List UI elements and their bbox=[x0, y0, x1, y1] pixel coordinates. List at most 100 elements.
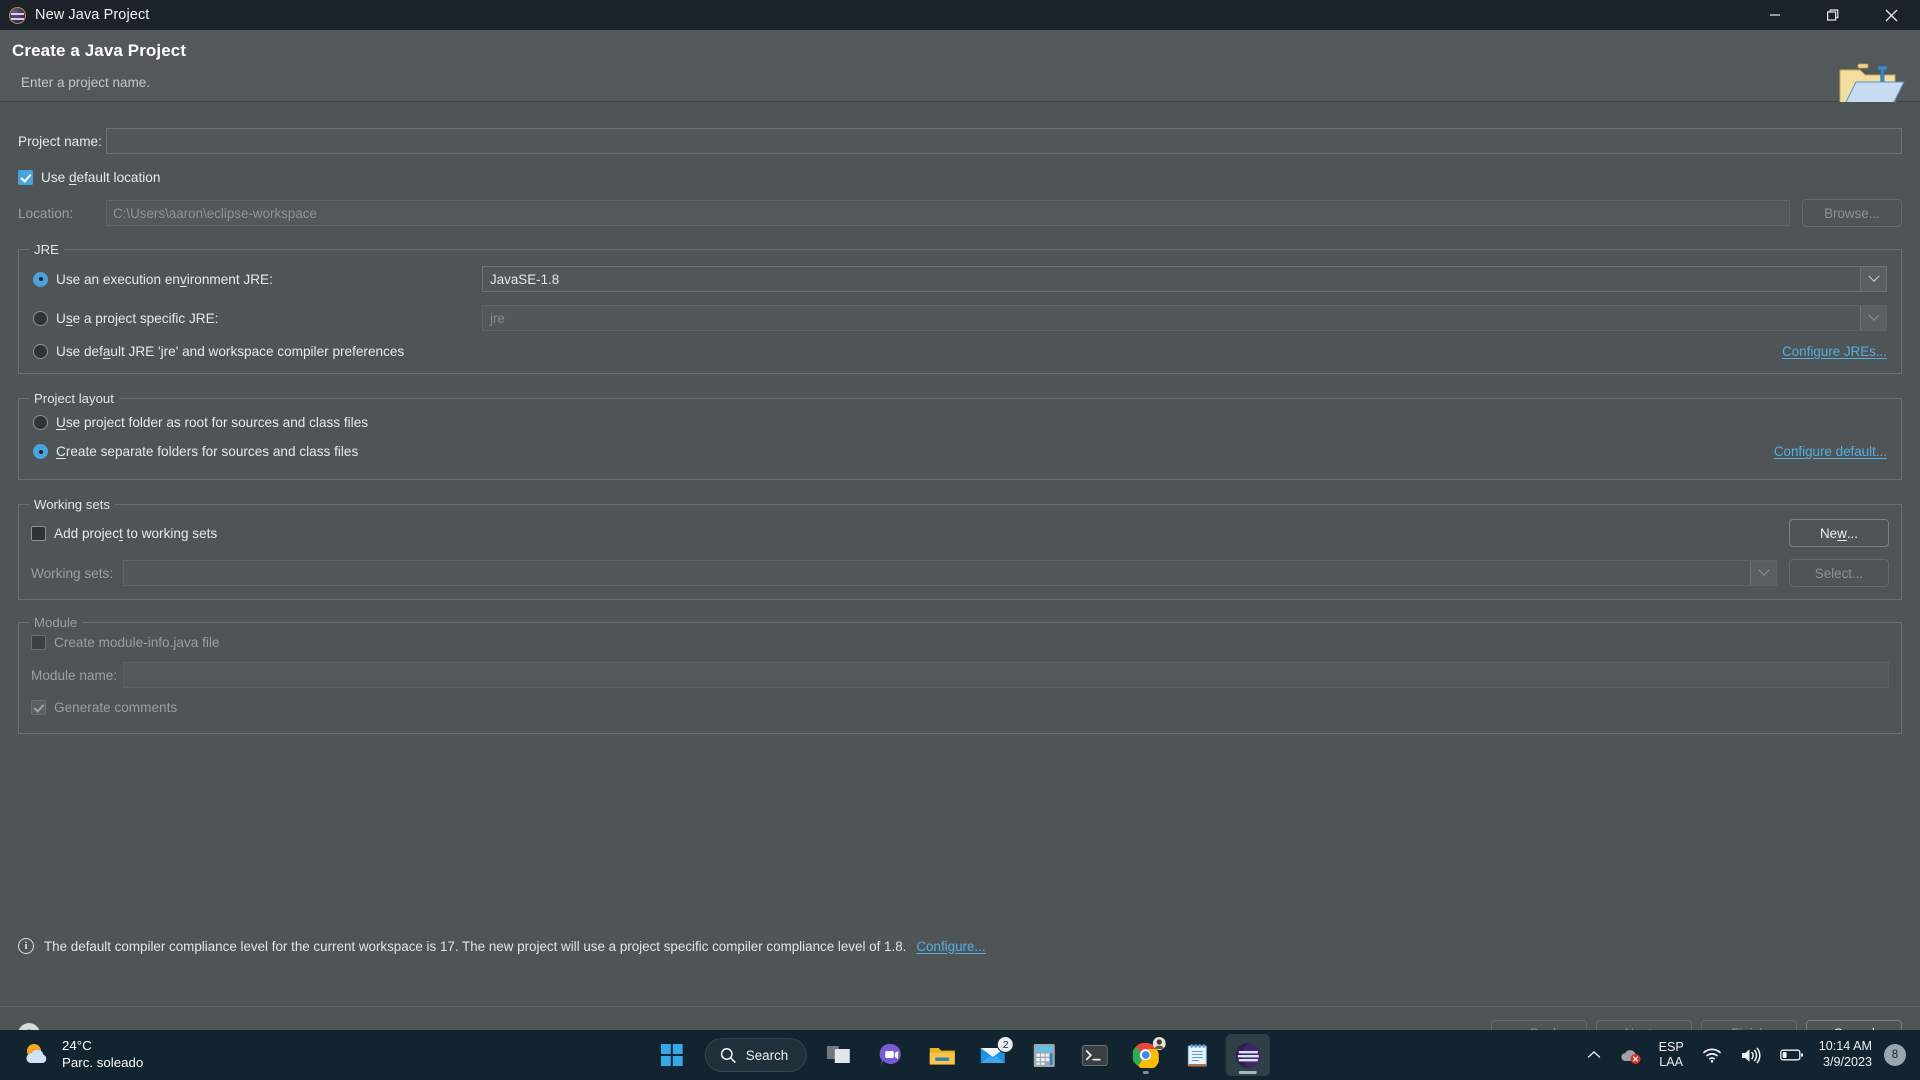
configure-jres-link[interactable]: Configure JREs... bbox=[1782, 344, 1887, 359]
jre-project-specific-value: jre bbox=[490, 310, 505, 326]
jre-execution-env-value: JavaSE-1.8 bbox=[490, 271, 560, 287]
use-default-location-label: Use default location bbox=[41, 170, 161, 185]
windows-logo-icon bbox=[660, 1044, 683, 1066]
jre-default-radio[interactable] bbox=[33, 344, 48, 359]
notification-badge[interactable]: 8 bbox=[1884, 1044, 1906, 1066]
create-module-info-label: Create module-info.java file bbox=[54, 635, 220, 650]
project-name-input[interactable] bbox=[106, 128, 1902, 154]
module-group: Module Create module-info.java file Modu… bbox=[18, 615, 1902, 734]
jre-group-title: JRE bbox=[29, 242, 64, 257]
onedrive-error-icon bbox=[1620, 1049, 1641, 1064]
add-project-working-sets-row[interactable]: Add project to working sets Ne w... bbox=[31, 519, 1889, 547]
battery-button[interactable] bbox=[1777, 1045, 1807, 1065]
layout-project-folder-row[interactable]: Use project folder as root for sources a… bbox=[33, 415, 1887, 430]
use-default-location-row[interactable]: Use default location bbox=[18, 170, 1902, 185]
search-label: Search bbox=[745, 1047, 789, 1063]
module-name-input[interactable] bbox=[123, 662, 1889, 688]
jre-project-specific-label: Use a project specific JRE: bbox=[56, 310, 219, 326]
weather-widget[interactable]: 24°C Parc. soleado bbox=[0, 1038, 143, 1071]
module-name-row: Module name: bbox=[31, 662, 1889, 688]
project-name-label: Project name: bbox=[18, 133, 102, 149]
weather-description: Parc. soleado bbox=[62, 1055, 144, 1070]
onedrive-status-button[interactable] bbox=[1616, 1044, 1644, 1067]
jre-project-specific-row[interactable]: Use a project specific JRE: jre bbox=[33, 305, 1887, 331]
chevron-down-icon[interactable] bbox=[1860, 306, 1886, 330]
taskbar-items: Search 2 bbox=[650, 1034, 1271, 1076]
sun-behind-cloud-icon bbox=[26, 1044, 47, 1063]
titlebar-left: New Java Project bbox=[0, 6, 149, 24]
start-button[interactable] bbox=[650, 1034, 694, 1076]
window-controls bbox=[1746, 0, 1920, 30]
close-button[interactable] bbox=[1862, 0, 1920, 30]
add-project-working-sets-label: Add project to working sets bbox=[54, 525, 218, 541]
search-box[interactable]: Search bbox=[704, 1038, 808, 1072]
jre-project-specific-radio[interactable] bbox=[33, 310, 48, 326]
language-indicator[interactable]: ESP LAA bbox=[1656, 1037, 1687, 1073]
eclipse-icon bbox=[1235, 1042, 1261, 1068]
volume-icon bbox=[1741, 1047, 1761, 1063]
minimize-button[interactable] bbox=[1746, 0, 1804, 30]
working-sets-combo[interactable] bbox=[123, 560, 1777, 586]
wifi-button[interactable] bbox=[1699, 1044, 1725, 1066]
use-default-location-checkbox[interactable] bbox=[18, 170, 33, 185]
location-row: Location: C:\Users\aaron\eclipse-workspa… bbox=[18, 199, 1902, 227]
notepad-button[interactable] bbox=[1175, 1034, 1219, 1076]
info-message: The default compiler compliance level fo… bbox=[44, 938, 907, 954]
clock-time: 10:14 AM bbox=[1818, 1039, 1872, 1054]
terminal-icon bbox=[1082, 1044, 1109, 1066]
volume-button[interactable] bbox=[1737, 1044, 1765, 1067]
eclipse-icon bbox=[9, 6, 26, 24]
chrome-button[interactable] bbox=[1124, 1034, 1168, 1076]
generate-comments-label: Generate comments bbox=[54, 700, 178, 715]
mail-button[interactable]: 2 bbox=[971, 1034, 1015, 1076]
generate-comments-row[interactable]: Generate comments bbox=[31, 700, 1889, 715]
terminal-button[interactable] bbox=[1073, 1034, 1117, 1076]
windows-taskbar: 24°C Parc. soleado Search 2 ESP LAA 10:1… bbox=[0, 1030, 1920, 1080]
module-group-inner: Create module-info.java file Module name… bbox=[19, 623, 1901, 733]
jre-execution-env-row[interactable]: Use an execution environment JRE: JavaSE… bbox=[33, 266, 1887, 292]
eclipse-button[interactable] bbox=[1226, 1034, 1271, 1076]
chevron-down-icon[interactable] bbox=[1750, 561, 1776, 585]
tray-overflow-button[interactable] bbox=[1584, 1047, 1604, 1063]
chrome-running-indicator bbox=[1143, 1071, 1150, 1074]
info-configure-link[interactable]: Configure... bbox=[916, 939, 985, 954]
jre-group-inner: Use an execution environment JRE: JavaSE… bbox=[19, 250, 1901, 373]
task-view-button[interactable] bbox=[818, 1034, 862, 1076]
restore-button[interactable] bbox=[1804, 0, 1862, 30]
chat-button[interactable] bbox=[869, 1034, 913, 1076]
location-input[interactable]: C:\Users\aaron\eclipse-workspace bbox=[106, 200, 1790, 226]
create-module-info-checkbox[interactable] bbox=[31, 635, 46, 650]
add-project-working-sets-checkbox[interactable] bbox=[31, 525, 46, 541]
clock[interactable]: 10:14 AM 3/9/2023 bbox=[1819, 1039, 1872, 1070]
create-module-info-row[interactable]: Create module-info.java file bbox=[31, 635, 1889, 650]
configure-default-link[interactable]: Configure default... bbox=[1774, 444, 1887, 459]
working-sets-label: Working sets: bbox=[31, 565, 114, 581]
generate-comments-checkbox[interactable] bbox=[31, 700, 46, 715]
wizard-body: Project name: Use default location Locat… bbox=[0, 102, 1920, 1006]
calculator-button[interactable] bbox=[1022, 1034, 1066, 1076]
working-sets-group-inner: Add project to working sets Ne w... Worki… bbox=[19, 505, 1901, 599]
search-icon bbox=[720, 1047, 736, 1063]
calculator-icon bbox=[1033, 1043, 1055, 1067]
jre-execution-env-radio[interactable] bbox=[33, 271, 48, 287]
layout-project-folder-label: Use project folder as root for sources a… bbox=[56, 415, 369, 430]
browse-button[interactable]: Browse... bbox=[1802, 199, 1902, 227]
chevron-down-icon[interactable] bbox=[1860, 267, 1886, 291]
new-working-set-button[interactable]: Ne w... bbox=[1789, 519, 1889, 547]
project-layout-group: Project layout Use project folder as roo… bbox=[18, 391, 1902, 480]
wifi-icon bbox=[1702, 1048, 1721, 1063]
jre-project-specific-combo[interactable]: jre bbox=[482, 305, 1887, 331]
notepad-icon bbox=[1187, 1043, 1207, 1066]
task-view-icon bbox=[827, 1046, 851, 1063]
layout-separate-folders-row[interactable]: Create separate folders for sources and … bbox=[33, 444, 1887, 459]
jre-default-row[interactable]: Use default JRE 'jre' and workspace comp… bbox=[33, 344, 1887, 359]
working-sets-group: Working sets Add project to working sets… bbox=[18, 497, 1902, 600]
page-title: Create a Java Project bbox=[12, 41, 187, 60]
layout-project-folder-radio[interactable] bbox=[33, 415, 48, 430]
jre-execution-env-combo[interactable]: JavaSE-1.8 bbox=[482, 266, 1887, 292]
module-group-title: Module bbox=[29, 615, 83, 630]
file-explorer-button[interactable] bbox=[920, 1034, 964, 1076]
select-working-set-button[interactable]: Select... bbox=[1789, 559, 1889, 587]
layout-separate-folders-radio[interactable] bbox=[33, 444, 48, 459]
window-titlebar: New Java Project bbox=[0, 0, 1920, 30]
